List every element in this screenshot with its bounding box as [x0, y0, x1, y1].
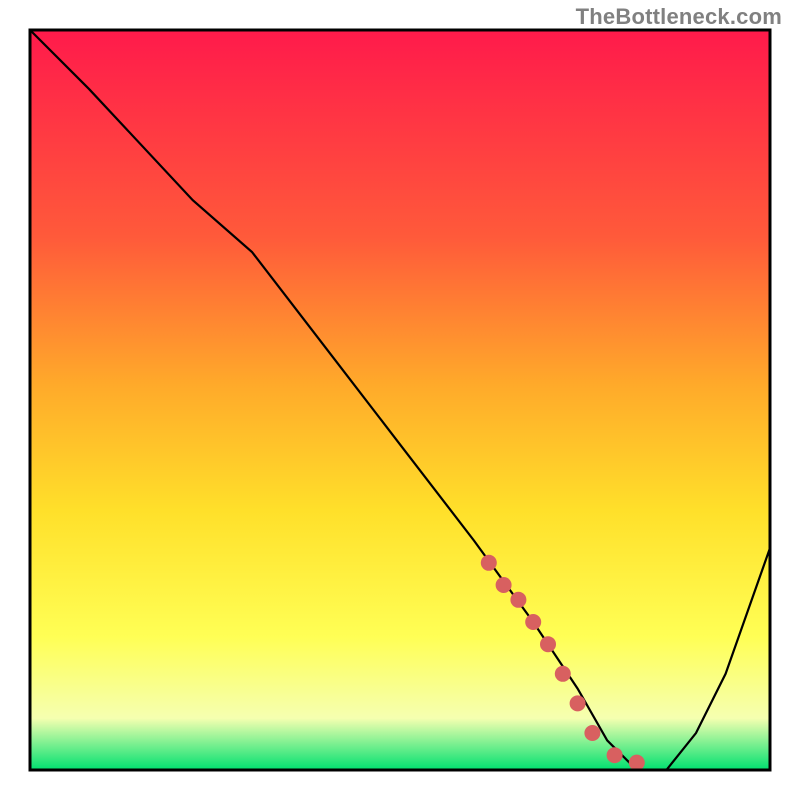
highlight-dot [607, 747, 623, 763]
highlight-dot [555, 666, 571, 682]
highlight-dot [570, 695, 586, 711]
highlight-dot [481, 555, 497, 571]
highlight-dot [584, 725, 600, 741]
highlight-dot [510, 592, 526, 608]
chart-container: TheBottleneck.com [0, 0, 800, 800]
highlight-dot [525, 614, 541, 630]
chart-svg [0, 0, 800, 800]
attribution-label: TheBottleneck.com [576, 4, 782, 30]
highlight-dot [496, 577, 512, 593]
highlight-dot [540, 636, 556, 652]
highlight-dot [629, 755, 645, 771]
plot-background [30, 30, 770, 770]
